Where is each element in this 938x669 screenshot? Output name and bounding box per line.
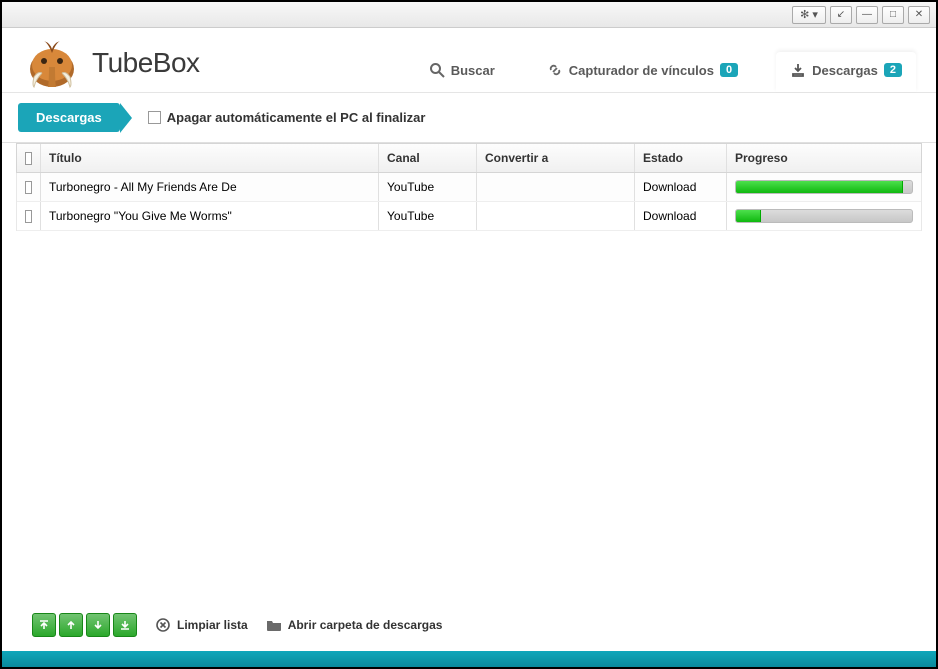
logo-area: TubeBox <box>22 35 200 91</box>
table-body: Turbonegro - All My Friends Are DeYouTub… <box>16 173 922 231</box>
search-icon <box>429 62 445 78</box>
tab-capturador[interactable]: Capturador de vínculos 0 <box>533 52 752 92</box>
app-window: ✻ ▾ ↙ — □ ✕ TubeBox <box>0 0 938 669</box>
tab-buscar[interactable]: Buscar <box>415 52 509 92</box>
reorder-buttons <box>32 613 137 637</box>
auto-shutdown-option[interactable]: Apagar automáticamente el PC al finaliza… <box>148 110 426 125</box>
open-folder-button[interactable]: Abrir carpeta de descargas <box>266 617 443 633</box>
cell-titulo: Turbonegro - All My Friends Are De <box>41 173 379 201</box>
checkbox-icon[interactable] <box>25 152 32 165</box>
move-down-button[interactable] <box>86 613 110 637</box>
footer-bar: Limpiar lista Abrir carpeta de descargas <box>16 603 922 651</box>
col-progreso[interactable]: Progreso <box>727 144 921 172</box>
col-titulo[interactable]: Título <box>41 144 379 172</box>
progress-fill <box>736 210 761 222</box>
table-row[interactable]: Turbonegro - All My Friends Are DeYouTub… <box>17 173 921 202</box>
folder-icon <box>266 617 282 633</box>
col-select-all[interactable] <box>17 144 41 172</box>
close-button[interactable]: ✕ <box>908 6 930 24</box>
row-checkbox[interactable] <box>17 173 41 201</box>
row-checkbox[interactable] <box>17 202 41 230</box>
tab-badge: 0 <box>720 63 738 77</box>
link-icon <box>547 62 563 78</box>
cell-estado: Download <box>635 173 727 201</box>
cell-progreso <box>727 173 921 201</box>
compact-button[interactable]: ↙ <box>830 6 852 24</box>
tab-label: Capturador de vínculos <box>569 63 714 78</box>
minimize-button[interactable]: — <box>856 6 878 24</box>
header: TubeBox Buscar Capturador de vínculos 0 <box>2 28 936 92</box>
cell-canal: YouTube <box>379 173 477 201</box>
move-up-button[interactable] <box>59 613 83 637</box>
col-convertir[interactable]: Convertir a <box>477 144 635 172</box>
app-title: TubeBox <box>92 47 200 79</box>
tab-label: Descargas <box>812 63 878 78</box>
settings-button[interactable]: ✻ ▾ <box>792 6 826 24</box>
move-top-button[interactable] <box>32 613 56 637</box>
col-estado[interactable]: Estado <box>635 144 727 172</box>
titlebar: ✻ ▾ ↙ — □ ✕ <box>2 2 936 28</box>
cell-convertir <box>477 173 635 201</box>
tab-badge: 2 <box>884 63 902 77</box>
col-canal[interactable]: Canal <box>379 144 477 172</box>
cell-canal: YouTube <box>379 202 477 230</box>
checkbox-icon[interactable] <box>148 111 161 124</box>
progress-bar <box>735 180 913 194</box>
toolbar: Descargas Apagar automáticamente el PC a… <box>2 92 936 143</box>
table-row[interactable]: Turbonegro "You Give Me Worms"YouTube Dow… <box>17 202 921 231</box>
tab-bar: Buscar Capturador de vínculos 0 Descarga… <box>415 34 916 92</box>
move-bottom-button[interactable] <box>113 613 137 637</box>
cell-estado: Download <box>635 202 727 230</box>
table-spacer <box>16 231 922 603</box>
clear-icon <box>155 617 171 633</box>
section-pill: Descargas <box>18 103 120 132</box>
cell-convertir <box>477 202 635 230</box>
checkbox-icon[interactable] <box>25 181 32 194</box>
clear-list-button[interactable]: Limpiar lista <box>155 617 248 633</box>
tab-label: Buscar <box>451 63 495 78</box>
tab-descargas[interactable]: Descargas 2 <box>776 52 916 92</box>
maximize-button[interactable]: □ <box>882 6 904 24</box>
clear-list-label: Limpiar lista <box>177 618 248 632</box>
checkbox-icon[interactable] <box>25 210 32 223</box>
download-icon <box>790 62 806 78</box>
open-folder-label: Abrir carpeta de descargas <box>288 618 443 632</box>
auto-shutdown-label: Apagar automáticamente el PC al finaliza… <box>167 110 426 125</box>
cell-progreso <box>727 202 921 230</box>
app-logo-icon <box>22 35 82 91</box>
cell-titulo: Turbonegro "You Give Me Worms" <box>41 202 379 230</box>
progress-bar <box>735 209 913 223</box>
progress-fill <box>736 181 903 193</box>
table-header: Título Canal Convertir a Estado Progreso <box>16 143 922 173</box>
downloads-table: Título Canal Convertir a Estado Progreso… <box>2 143 936 651</box>
bottom-accent-bar <box>2 651 936 667</box>
